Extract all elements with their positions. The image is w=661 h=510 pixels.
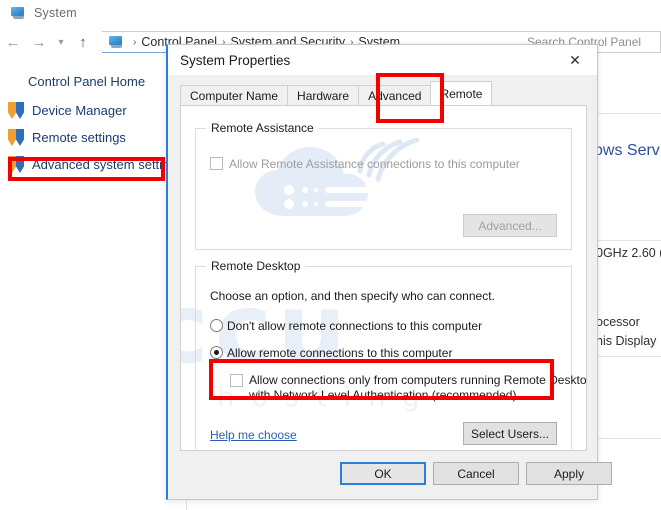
sidebar-item-label: Remote settings [32, 130, 126, 145]
allow-remote-assistance-checkbox[interactable] [210, 157, 223, 170]
remote-desktop-instruction: Choose an option, and then specify who c… [210, 289, 495, 303]
sidebar-item-device-manager[interactable]: Device Manager [0, 97, 180, 124]
breadcrumb-separator: › [133, 36, 137, 48]
breadcrumb-system-icon [108, 35, 124, 49]
shield-icon [8, 129, 24, 146]
remote-desktop-group: Remote Desktop Choose an option, and the… [195, 259, 586, 450]
shield-icon [8, 102, 24, 119]
dont-allow-remote-connections-radio[interactable] [210, 319, 223, 332]
sidebar-item-control-panel-home[interactable]: Control Panel Home [0, 66, 180, 97]
allow-remote-connections-radio[interactable] [210, 346, 223, 359]
dialog-titlebar: System Properties ✕ [168, 45, 597, 75]
display-fragment: his Display [596, 334, 657, 348]
os-name-fragment: ows Serv [594, 142, 660, 159]
system-monitor-icon [10, 6, 26, 20]
nla-label-line2: with Network Level Authentication (recom… [249, 388, 517, 402]
allow-remote-assistance-label: Allow Remote Assistance connections to t… [229, 157, 520, 171]
dont-allow-remote-connections-label: Don't allow remote connections to this c… [227, 319, 483, 333]
tab-hardware[interactable]: Hardware [287, 85, 360, 105]
sidebar-item-remote-settings[interactable]: Remote settings [0, 124, 180, 151]
allow-remote-connections-label: Allow remote connections to this compute… [227, 346, 453, 360]
forward-button[interactable]: → [26, 29, 52, 55]
shield-icon [8, 156, 24, 173]
back-button[interactable]: ← [0, 29, 26, 55]
up-button[interactable]: ↑ [70, 29, 96, 55]
nla-label-line1: Allow connections only from computers ru… [249, 373, 587, 387]
tabstrip: Computer Name Hardware Advanced Remote [180, 81, 587, 105]
remote-assistance-group-title: Remote Assistance [206, 121, 319, 135]
help-me-choose-link[interactable]: Help me choose [210, 428, 297, 442]
select-users-button[interactable]: Select Users... [463, 422, 557, 445]
sidebar: Control Panel Home Device Manager Remote… [0, 66, 184, 178]
history-dropdown-button[interactable]: ▾ [52, 29, 70, 55]
sidebar-item-label: Advanced system settings [32, 157, 184, 172]
dialog-title: System Properties [180, 52, 291, 68]
tab-computer-name[interactable]: Computer Name [180, 85, 289, 105]
sidebar-item-label: Device Manager [32, 103, 127, 118]
tab-remote[interactable]: Remote [430, 81, 493, 105]
remote-tab-panel: accu web hosting Remote Assistance Allow… [180, 105, 587, 451]
cancel-button[interactable]: Cancel [433, 462, 519, 485]
system-properties-dialog: System Properties ✕ Computer Name Hardwa… [166, 44, 612, 500]
remote-desktop-group-title: Remote Desktop [206, 259, 306, 273]
remote-assistance-advanced-button[interactable]: Advanced... [463, 214, 557, 237]
close-icon[interactable]: ✕ [553, 45, 597, 75]
window-titlebar: System [0, 0, 661, 26]
processor-fragment: ocessor [596, 315, 640, 329]
sidebar-item-advanced-system-settings[interactable]: Advanced system settings [0, 151, 184, 178]
nla-checkbox[interactable] [230, 374, 243, 387]
cpu-speed-fragment: 0GHz 2.60 ( [596, 246, 661, 260]
ok-button[interactable]: OK [340, 462, 426, 485]
remote-assistance-group: Remote Assistance Allow Remote Assistanc… [195, 121, 572, 250]
window-title: System [34, 6, 77, 20]
apply-button[interactable]: Apply [526, 462, 612, 485]
dialog-body: Computer Name Hardware Advanced Remote c… [168, 75, 612, 499]
tab-advanced[interactable]: Advanced [358, 85, 432, 105]
